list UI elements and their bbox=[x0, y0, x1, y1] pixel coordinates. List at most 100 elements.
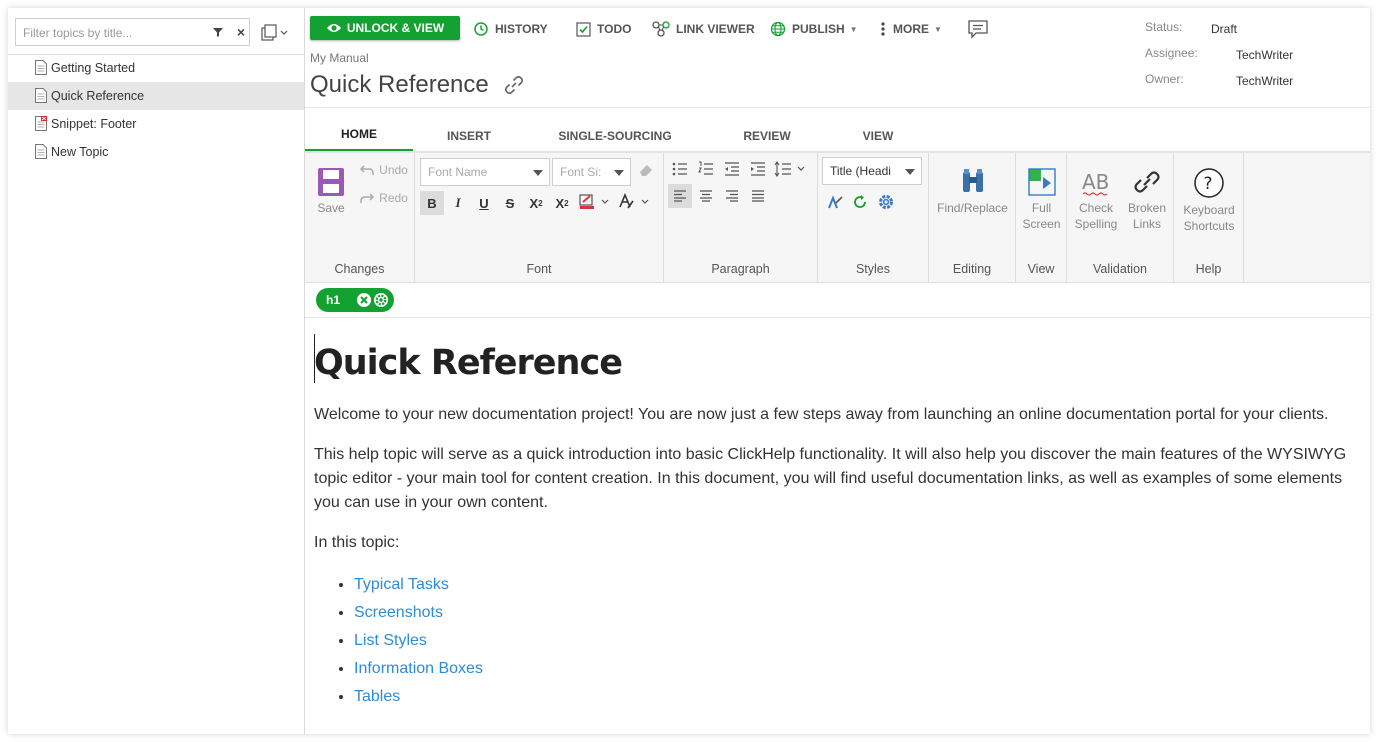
floppy-disk-icon bbox=[318, 168, 344, 196]
group-label-changes: Changes bbox=[334, 262, 385, 276]
link-viewer-label: LINK VIEWER bbox=[676, 22, 755, 36]
gear-icon[interactable] bbox=[877, 193, 895, 211]
binoculars-icon bbox=[962, 169, 983, 192]
tab-view[interactable]: VIEW bbox=[845, 119, 911, 152]
shortcuts-label: Shortcuts bbox=[1183, 219, 1235, 233]
outdent-icon[interactable] bbox=[724, 161, 740, 177]
chevron-down-icon bbox=[905, 169, 915, 175]
assignee-value[interactable]: TechWriter bbox=[1236, 48, 1293, 62]
bold-button[interactable]: B bbox=[420, 191, 444, 215]
editor-main: UNLOCK & VIEW HISTORY TODO LINK VIEWER P… bbox=[305, 8, 1370, 734]
bullet-list-icon[interactable] bbox=[672, 161, 688, 177]
document-paragraph-3[interactable]: In this topic: bbox=[314, 531, 1366, 555]
tab-single-sourcing[interactable]: SINGLE-SOURCING bbox=[545, 119, 685, 152]
link-list-styles[interactable]: List Styles bbox=[354, 632, 427, 649]
chevron-down-icon: ▼ bbox=[934, 24, 942, 34]
tab-home[interactable]: HOME bbox=[305, 119, 413, 152]
unlock-view-button[interactable]: UNLOCK & VIEW bbox=[310, 16, 460, 40]
undo-button[interactable]: Undo bbox=[357, 159, 411, 181]
align-justify-button[interactable] bbox=[746, 184, 770, 208]
document-heading[interactable]: Quick Reference bbox=[314, 341, 1366, 385]
refresh-icon[interactable] bbox=[852, 194, 868, 210]
topic-label: Getting Started bbox=[51, 61, 136, 75]
eraser-icon[interactable] bbox=[637, 161, 655, 179]
document-paragraph-1[interactable]: Welcome to your new documentation projec… bbox=[314, 403, 1366, 427]
underline-button[interactable]: U bbox=[472, 191, 496, 215]
link-screenshots[interactable]: Screenshots bbox=[354, 604, 443, 621]
list-item: Typical Tasks bbox=[354, 571, 1366, 599]
topic-item-snippet-footer[interactable]: Snippet: Footer bbox=[8, 110, 304, 138]
tab-review[interactable]: REVIEW bbox=[725, 119, 809, 152]
element-settings-icon[interactable] bbox=[373, 292, 389, 308]
align-center-button[interactable] bbox=[694, 184, 718, 208]
align-right-button[interactable] bbox=[720, 184, 744, 208]
align-left-icon bbox=[674, 190, 686, 202]
svg-text:?: ? bbox=[1204, 174, 1213, 194]
link-viewer-button[interactable]: LINK VIEWER bbox=[652, 19, 755, 39]
link-tables[interactable]: Tables bbox=[354, 688, 400, 705]
find-replace-button[interactable]: Find/Replace bbox=[931, 167, 1014, 216]
redo-button[interactable]: Redo bbox=[357, 187, 411, 209]
group-label-editing: Editing bbox=[952, 262, 992, 276]
italic-button[interactable]: I bbox=[446, 191, 470, 215]
topic-item-new-topic[interactable]: New Topic bbox=[8, 138, 304, 166]
comment-icon[interactable] bbox=[967, 19, 989, 39]
topic-item-getting-started[interactable]: Getting Started bbox=[8, 54, 304, 82]
header-divider bbox=[305, 107, 1370, 108]
superscript-button[interactable]: X2 bbox=[550, 191, 574, 215]
font-name-select[interactable]: Font Name bbox=[420, 158, 550, 186]
format-painter-icon[interactable] bbox=[826, 193, 844, 211]
text-cursor bbox=[314, 334, 315, 383]
assignee-row: Assignee: TechWriter bbox=[1145, 44, 1365, 70]
topic-label: Quick Reference bbox=[51, 89, 145, 103]
numbered-list-icon[interactable] bbox=[698, 161, 714, 177]
subscript-button[interactable]: X2 bbox=[524, 191, 548, 215]
check-spelling-button[interactable]: AB Check Spelling bbox=[1070, 167, 1122, 232]
link-icon[interactable] bbox=[503, 74, 525, 96]
more-button[interactable]: MORE ▼ bbox=[879, 19, 942, 39]
indent-icon[interactable] bbox=[750, 161, 766, 177]
broken-label: Broken bbox=[1127, 201, 1167, 215]
chevron-down-icon bbox=[614, 170, 624, 176]
funnel-icon[interactable] bbox=[211, 25, 225, 39]
remove-element-icon[interactable] bbox=[356, 292, 372, 308]
font-size-select[interactable]: Font Si: bbox=[552, 158, 631, 186]
list-item: Information Boxes bbox=[354, 655, 1366, 683]
tab-insert[interactable]: INSERT bbox=[425, 119, 513, 152]
document-content[interactable]: Quick Reference Welcome to your new docu… bbox=[314, 326, 1366, 734]
broken-links-button[interactable]: Broken Links bbox=[1122, 167, 1172, 232]
todo-button[interactable]: TODO bbox=[576, 19, 631, 39]
group-label-paragraph: Paragraph bbox=[711, 262, 770, 276]
copy-dropdown-icon[interactable] bbox=[259, 22, 291, 42]
strikethrough-button[interactable]: S bbox=[498, 191, 522, 215]
chevron-down-icon bbox=[533, 170, 543, 176]
save-button[interactable]: Save bbox=[311, 167, 351, 216]
highlight-color-icon[interactable] bbox=[578, 193, 612, 211]
align-center-icon bbox=[700, 190, 712, 202]
page-title: Quick Reference bbox=[310, 71, 525, 99]
element-tag-pill[interactable]: h1 bbox=[316, 288, 394, 312]
publish-button[interactable]: PUBLISH ▼ bbox=[770, 19, 858, 39]
close-icon[interactable]: × bbox=[234, 25, 248, 39]
style-select[interactable]: Title (Headi bbox=[822, 157, 922, 185]
font-color-icon[interactable] bbox=[618, 193, 652, 211]
keyboard-shortcuts-button[interactable]: ? Keyboard Shortcuts bbox=[1176, 167, 1242, 234]
more-dots-icon bbox=[881, 22, 885, 36]
status-key: Status: bbox=[1145, 20, 1183, 34]
align-left-button[interactable] bbox=[668, 184, 692, 208]
history-button[interactable]: HISTORY bbox=[473, 19, 548, 39]
link-viewer-icon bbox=[652, 21, 670, 37]
document-paragraph-2[interactable]: This help topic will serve as a quick in… bbox=[314, 443, 1366, 515]
line-spacing-icon[interactable] bbox=[774, 161, 808, 177]
breadcrumb[interactable]: My Manual bbox=[310, 51, 369, 65]
topic-item-quick-reference[interactable]: Quick Reference bbox=[8, 82, 304, 110]
links-label: Links bbox=[1132, 217, 1161, 231]
help-icon: ? bbox=[1194, 168, 1224, 198]
link-information-boxes[interactable]: Information Boxes bbox=[354, 660, 483, 677]
status-value[interactable]: Draft bbox=[1211, 22, 1237, 36]
owner-value[interactable]: TechWriter bbox=[1236, 74, 1293, 88]
align-right-icon bbox=[726, 190, 738, 202]
link-typical-tasks[interactable]: Typical Tasks bbox=[354, 576, 449, 593]
full-screen-button[interactable]: Full Screen bbox=[1018, 167, 1065, 232]
filter-input[interactable] bbox=[23, 24, 193, 41]
